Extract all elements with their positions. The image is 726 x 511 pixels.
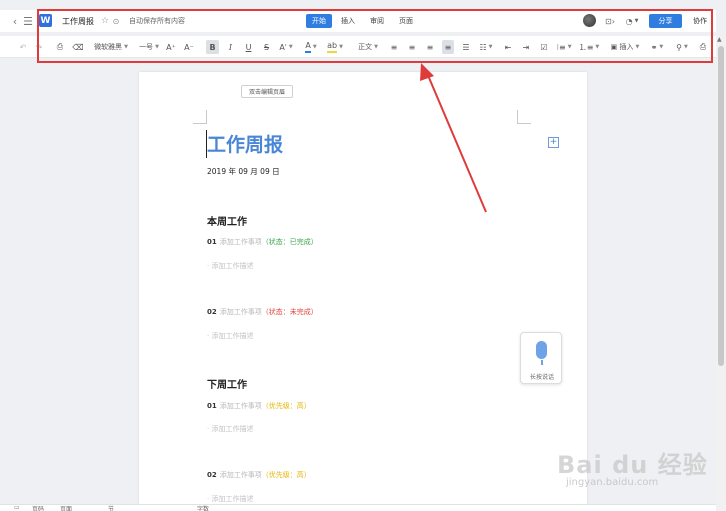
document-title[interactable]: 工作周报 [58, 14, 98, 28]
increase-font-icon[interactable]: A⁺ [164, 40, 178, 54]
list-item[interactable]: 01 添加工作事项（优先级：高） [207, 401, 311, 411]
link-icon[interactable]: ⚭ ▼ [647, 40, 667, 54]
font-family-select[interactable]: 微软雅黑 ▼ [92, 40, 130, 54]
priority-badge: （优先级：高） [261, 402, 311, 410]
item-text: 添加工作事项 [219, 238, 262, 246]
redo-icon[interactable]: ↷ [34, 40, 44, 54]
item-description[interactable]: · 添加工作描述 [207, 331, 253, 341]
numbered-list-icon[interactable]: ⒈≡ ▼ [579, 40, 600, 54]
font-size-select[interactable]: 一号 ▼ [136, 40, 162, 54]
history-icon[interactable]: ◔ ▼ [622, 14, 642, 28]
collaborate-button[interactable]: 协作 [688, 14, 712, 28]
status-view: 页面 [60, 506, 73, 511]
tab-insert[interactable]: 插入 [335, 14, 361, 28]
status-wordcount: 字数 [197, 506, 210, 511]
align-left-icon[interactable]: ≡ [388, 40, 400, 54]
underline-icon[interactable]: U [242, 40, 255, 54]
back-chevron-icon[interactable]: ‹ [10, 14, 20, 28]
bold-icon[interactable]: B [206, 40, 219, 54]
document-date[interactable]: 2019 年 09 月 09 日 [207, 166, 280, 177]
align-right-icon[interactable]: ≡ [424, 40, 436, 54]
margin-corner-right [517, 110, 531, 124]
undo-icon[interactable]: ↶ [18, 40, 28, 54]
list-item[interactable]: 02 添加工作事项（优先级：高） [207, 470, 311, 480]
page-indicator-icon: ▭ [14, 504, 20, 511]
indent-increase-icon[interactable]: ⇥ [520, 40, 532, 54]
align-center-icon[interactable]: ≡ [406, 40, 418, 54]
title-bar: ‹ ☰ W 工作周报 ☆ ⊙ 自动保存所有内容 开始 插入 审阅 页面 ⊡› ◔… [0, 10, 716, 32]
document-heading[interactable]: 工作周报 [207, 130, 283, 157]
bullet-list-icon[interactable]: ⁝≡ ▼ [554, 40, 574, 54]
font-family-value: 微软雅黑 [94, 43, 123, 51]
print-icon[interactable]: ⎙ [697, 40, 709, 54]
decrease-font-icon[interactable]: A⁻ [182, 40, 196, 54]
tab-page[interactable]: 页面 [393, 14, 419, 28]
search-icon[interactable]: ⚲ ▼ [672, 40, 692, 54]
checklist-icon[interactable]: ☑ [538, 40, 550, 54]
tab-start[interactable]: 开始 [306, 14, 332, 28]
status-badge: （状态：已完成） [261, 238, 318, 246]
section-this-week[interactable]: 本周工作 [207, 213, 247, 228]
paragraph-style-value: 正文 [358, 43, 373, 51]
avatar[interactable] [583, 14, 596, 27]
status-page: 页码 [32, 506, 45, 511]
item-number: 02 [207, 471, 217, 479]
status-section: 节 [108, 506, 115, 511]
italic-icon[interactable]: I [224, 40, 237, 54]
watermark-logo: Bai du 经验 [557, 451, 708, 479]
format-toolbar: ↶ ↷ ⎙ ⌫ 微软雅黑 ▼ 一号 ▼ A⁺ A⁻ B I U S A ¹ ▼ A ▼ a… [0, 36, 716, 58]
app-logo[interactable]: W [39, 14, 52, 27]
voice-input-button[interactable]: 长按说话 [520, 332, 562, 384]
microphone-icon [536, 341, 547, 359]
paragraph-spacing-icon[interactable]: ☷ ▼ [476, 40, 496, 54]
superscript-icon[interactable]: A ¹ ▼ [277, 40, 295, 54]
microphone-stand [541, 360, 543, 365]
vertical-scrollbar[interactable]: ▲ [716, 36, 726, 511]
paragraph-style-select[interactable]: 正文 ▼ [353, 40, 383, 54]
item-description[interactable]: · 添加工作描述 [207, 424, 253, 434]
autosave-icon: ⊙ [112, 16, 120, 26]
insert-label: 插入 [619, 43, 634, 51]
format-painter-icon[interactable]: ⎙ [54, 40, 66, 54]
document-page[interactable]: 双击编辑页眉 + 工作周报 2019 年 09 月 09 日 本周工作 01 添加… [139, 72, 587, 511]
item-number: 02 [207, 308, 217, 316]
tab-review[interactable]: 审阅 [364, 14, 390, 28]
watermark-url: jingyan.baidu.com [566, 477, 659, 488]
item-number: 01 [207, 402, 217, 410]
voice-label: 长按说话 [529, 374, 554, 381]
status-badge: （状态：未完成） [261, 308, 318, 316]
item-text: 添加工作事项 [219, 308, 262, 316]
priority-badge: （优先级：高） [261, 471, 311, 479]
strikethrough-icon[interactable]: S [260, 40, 273, 54]
present-icon[interactable]: ⊡› [603, 14, 617, 28]
item-number: 01 [207, 238, 217, 246]
menu-icon[interactable]: ☰ [22, 14, 34, 28]
item-description[interactable]: · 添加工作描述 [207, 261, 253, 271]
app-window: ‹ ☰ W 工作周报 ☆ ⊙ 自动保存所有内容 开始 插入 审阅 页面 ⊡› ◔… [0, 0, 726, 511]
margin-corner-left [193, 110, 207, 124]
image-icon: ▣ [610, 43, 618, 51]
highlight-icon[interactable]: ab ▼ [325, 40, 345, 54]
scroll-up-arrow-icon[interactable]: ▲ [717, 36, 722, 43]
font-color-icon[interactable]: A ▼ [301, 40, 321, 54]
add-block-icon[interactable]: + [548, 137, 559, 148]
autosave-status: 自动保存所有内容 [129, 17, 185, 25]
status-bar: ▭ 页码 页面 节 字数 [0, 504, 716, 511]
scroll-thumb[interactable] [718, 46, 724, 366]
item-text: 添加工作事项 [219, 402, 262, 410]
justify-icon[interactable]: ≡ [442, 40, 454, 54]
edit-header-button[interactable]: 双击编辑页眉 [241, 85, 293, 98]
insert-dropdown[interactable]: ▣ 插入 ▼ [608, 40, 642, 54]
item-text: 添加工作事项 [219, 471, 262, 479]
list-item[interactable]: 02 添加工作事项（状态：未完成） [207, 307, 318, 317]
clear-format-icon[interactable]: ⌫ [72, 40, 84, 54]
star-icon[interactable]: ☆ [100, 14, 110, 28]
font-size-value: 一号 [139, 43, 154, 51]
share-button[interactable]: 分享 [649, 14, 682, 28]
indent-decrease-icon[interactable]: ⇤ [502, 40, 514, 54]
line-spacing-icon[interactable]: ☰ [460, 40, 472, 54]
list-item[interactable]: 01 添加工作事项（状态：已完成） [207, 237, 318, 247]
item-description[interactable]: · 添加工作描述 [207, 494, 253, 504]
section-next-week[interactable]: 下周工作 [207, 376, 247, 391]
